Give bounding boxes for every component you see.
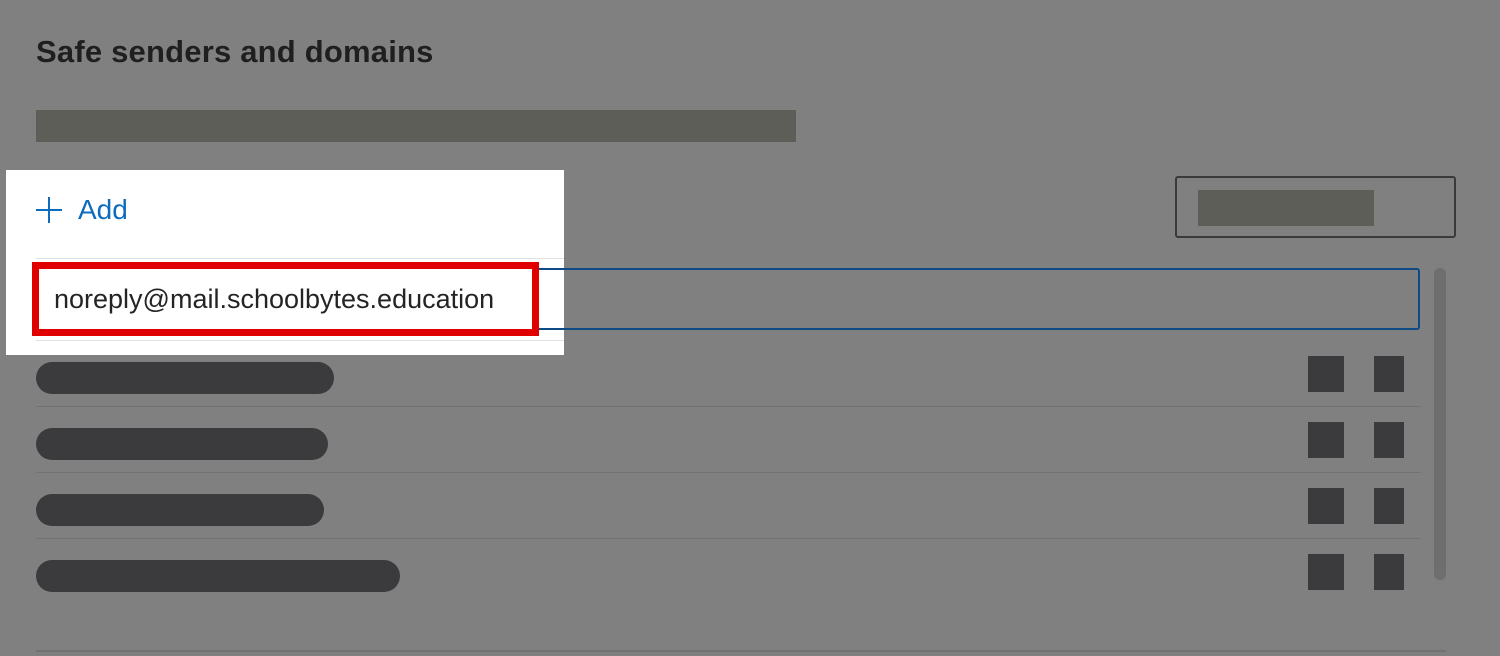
add-button[interactable]: Add bbox=[36, 190, 128, 230]
row-divider bbox=[36, 472, 1421, 473]
row-divider bbox=[36, 340, 564, 341]
delete-icon[interactable] bbox=[1374, 422, 1404, 458]
edit-icon[interactable] bbox=[1308, 554, 1344, 590]
delete-icon[interactable] bbox=[1374, 488, 1404, 524]
list-divider bbox=[36, 650, 1446, 652]
email-input-frame bbox=[536, 268, 564, 330]
redacted-description bbox=[36, 110, 796, 142]
page-title: Safe senders and domains bbox=[36, 34, 434, 69]
redacted-entry bbox=[36, 494, 324, 526]
edit-icon[interactable] bbox=[1308, 356, 1344, 392]
email-input-frame[interactable] bbox=[560, 268, 1420, 330]
add-button-label: Add bbox=[78, 194, 128, 225]
delete-icon[interactable] bbox=[1374, 554, 1404, 590]
redacted-filter-text bbox=[1198, 190, 1374, 226]
redacted-entry bbox=[36, 428, 328, 460]
row-divider bbox=[36, 538, 1421, 539]
row-divider bbox=[36, 258, 564, 259]
edit-icon[interactable] bbox=[1308, 422, 1344, 458]
edit-icon[interactable] bbox=[1308, 488, 1344, 524]
email-input[interactable] bbox=[32, 262, 539, 336]
scrollbar[interactable] bbox=[1434, 268, 1446, 580]
row-divider bbox=[36, 406, 1421, 407]
plus-icon bbox=[36, 197, 62, 223]
redacted-entry bbox=[36, 362, 334, 394]
delete-icon[interactable] bbox=[1374, 356, 1404, 392]
redacted-entry bbox=[36, 560, 400, 592]
